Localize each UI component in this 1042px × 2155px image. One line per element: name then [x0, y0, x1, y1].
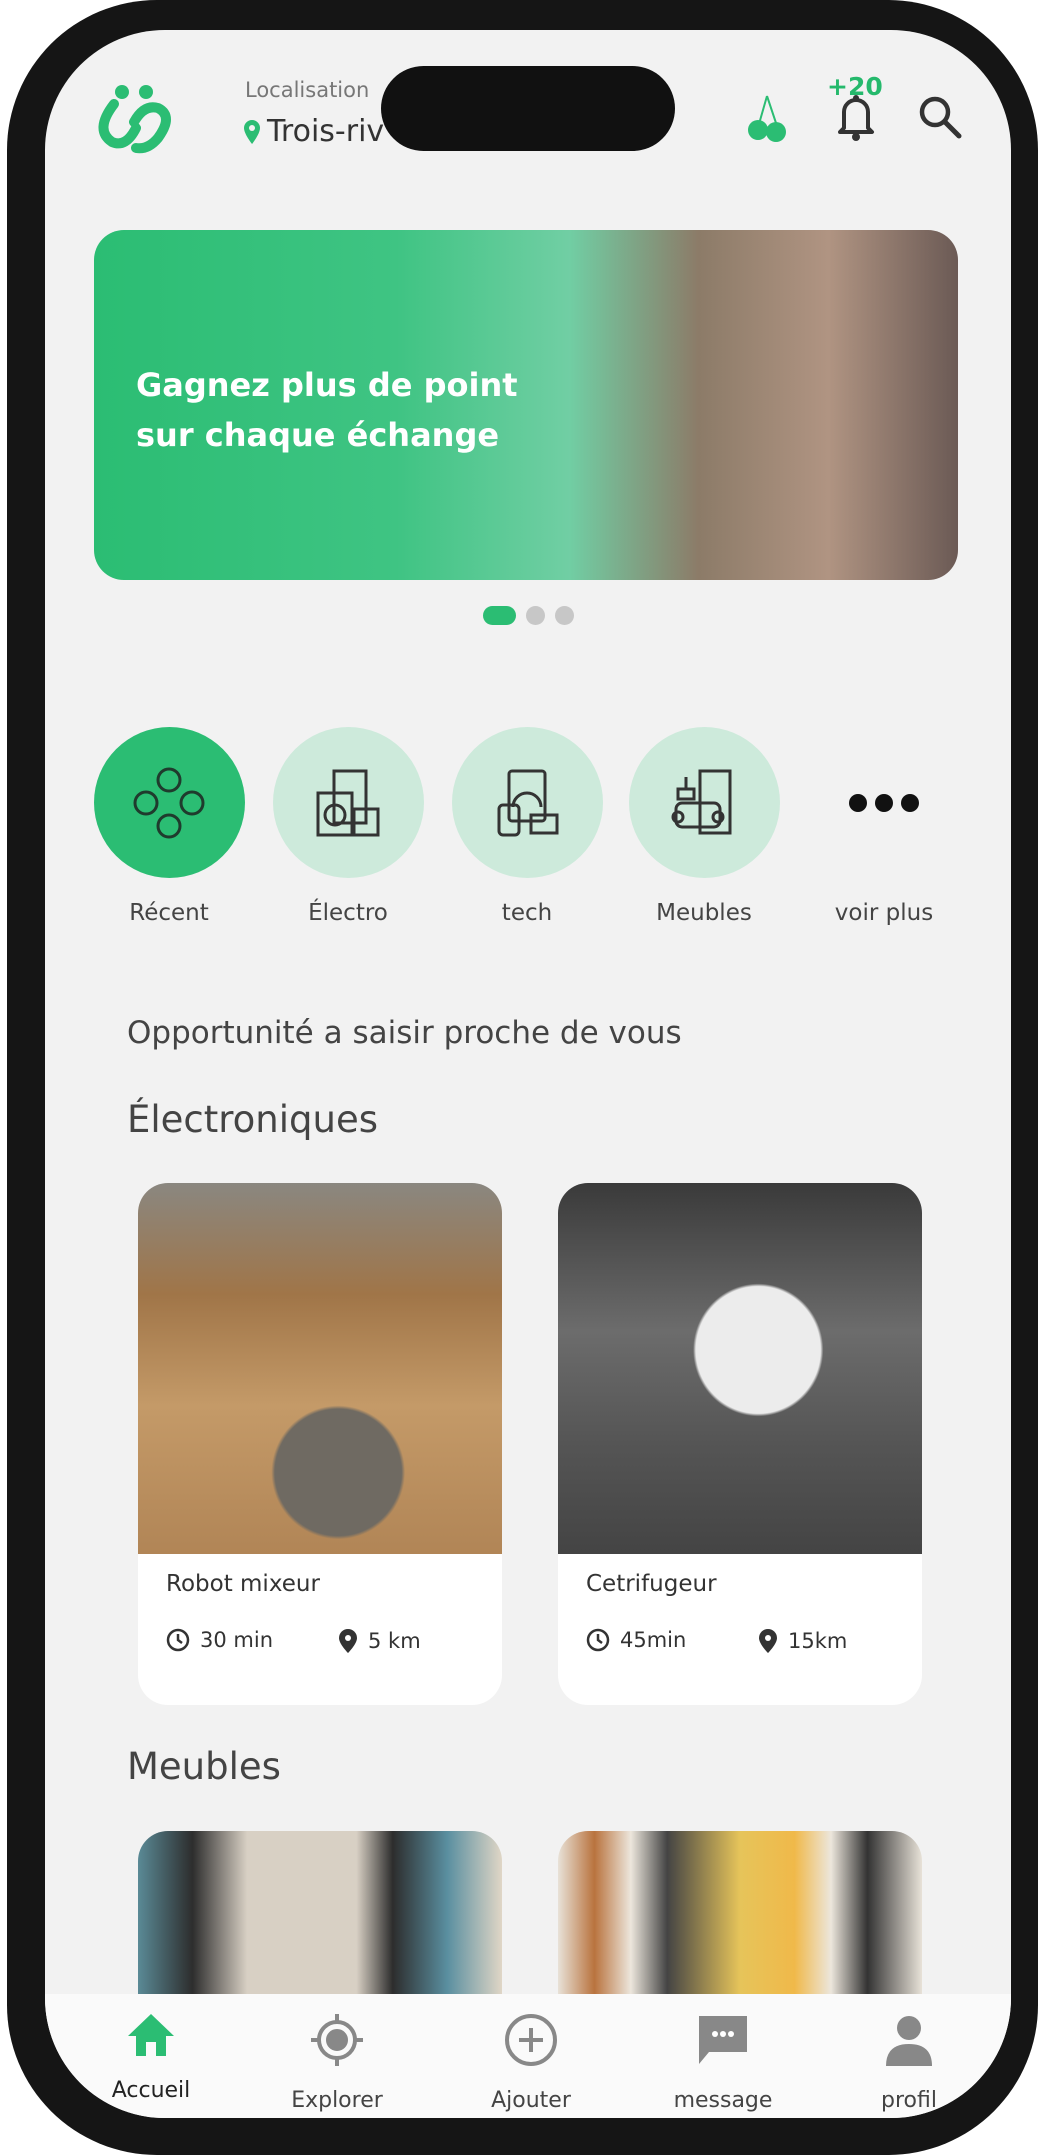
section-title-meubles: Meubles	[127, 1745, 281, 1788]
screen: Localisation Trois-riv +20 Gagnez plus d…	[45, 30, 1011, 2118]
category-label: Meubles	[656, 900, 752, 926]
cherry-points-icon[interactable]	[745, 92, 793, 142]
nav-ajouter[interactable]: Ajouter	[456, 2012, 606, 2113]
furniture-icon	[671, 769, 732, 834]
dots-grid-icon	[133, 767, 205, 838]
product-card[interactable]	[138, 1831, 502, 1994]
product-time: 30 min	[166, 1628, 273, 1652]
nav-label: message	[673, 2088, 773, 2113]
category-label: Récent	[129, 900, 209, 926]
section-title-electroniques: Électroniques	[127, 1098, 379, 1141]
more-icon	[849, 793, 919, 812]
nav-label: Explorer	[291, 2088, 383, 2113]
target-icon	[311, 2014, 363, 2066]
category-label: Électro	[308, 900, 388, 926]
product-image	[138, 1183, 502, 1554]
nav-accueil[interactable]: Accueil	[76, 2012, 226, 2103]
promo-banner[interactable]: Gagnez plus de point sur chaque échange	[94, 230, 958, 580]
product-card[interactable]: Robot mixeur 30 min 5 km	[138, 1183, 502, 1705]
nav-profil[interactable]: profil	[834, 2012, 984, 2113]
tech-devices-icon	[497, 769, 559, 836]
location-pin-icon	[759, 1629, 777, 1653]
category-label: voir plus	[834, 900, 934, 926]
nav-label: profil	[881, 2088, 937, 2113]
add-circle-icon	[505, 2014, 557, 2066]
location-label: Localisation	[245, 78, 370, 102]
category-meubles[interactable]: Meubles	[614, 727, 794, 926]
nav-label: Accueil	[111, 2078, 191, 2103]
category-electro[interactable]: Électro	[258, 727, 438, 926]
product-image	[138, 1831, 502, 1994]
carousel-indicator	[45, 606, 1011, 625]
dynamic-island	[381, 66, 675, 151]
carousel-dot[interactable]	[525, 606, 545, 625]
location-value: Trois-riv	[267, 114, 385, 149]
location-selector[interactable]: Trois-riv	[243, 114, 384, 149]
product-image	[558, 1831, 922, 1994]
bottom-nav: Accueil Explorer Ajouter message profil	[45, 1994, 1011, 2118]
app-logo	[98, 85, 171, 154]
location-pin-icon	[244, 119, 260, 144]
clock-icon	[586, 1628, 610, 1652]
product-distance: 5 km	[338, 1628, 421, 1654]
section-heading: Opportunité a saisir proche de vous	[127, 1015, 682, 1051]
bell-icon[interactable]	[835, 92, 877, 142]
phone-frame: Localisation Trois-riv +20 Gagnez plus d…	[7, 0, 1038, 2155]
location-pin-icon	[339, 1629, 357, 1653]
category-recent[interactable]: Récent	[79, 727, 259, 926]
nav-message[interactable]: message	[648, 2012, 798, 2113]
carousel-dot[interactable]	[554, 606, 574, 625]
nav-explorer[interactable]: Explorer	[262, 2012, 412, 2113]
product-title: Robot mixeur	[166, 1571, 320, 1597]
product-distance: 15km	[758, 1628, 847, 1654]
home-icon	[128, 2014, 174, 2056]
product-time: 45min	[586, 1628, 686, 1652]
category-voir-plus[interactable]: voir plus	[794, 727, 974, 926]
nav-label: Ajouter	[491, 2088, 571, 2113]
carousel-dot-active[interactable]	[482, 606, 516, 625]
profile-icon	[886, 2016, 932, 2066]
banner-text: Gagnez plus de point sur chaque échange	[136, 366, 518, 454]
appliances-icon	[316, 769, 380, 836]
category-tech[interactable]: tech	[437, 727, 617, 926]
clock-icon	[166, 1628, 190, 1652]
product-card[interactable]: Cetrifugeur 45min 15km	[558, 1183, 922, 1705]
search-icon[interactable]	[917, 94, 963, 140]
product-title: Cetrifugeur	[586, 1571, 717, 1597]
message-icon	[699, 2016, 747, 2064]
category-label: tech	[501, 900, 553, 926]
product-image	[558, 1183, 922, 1554]
product-card[interactable]	[558, 1831, 922, 1994]
